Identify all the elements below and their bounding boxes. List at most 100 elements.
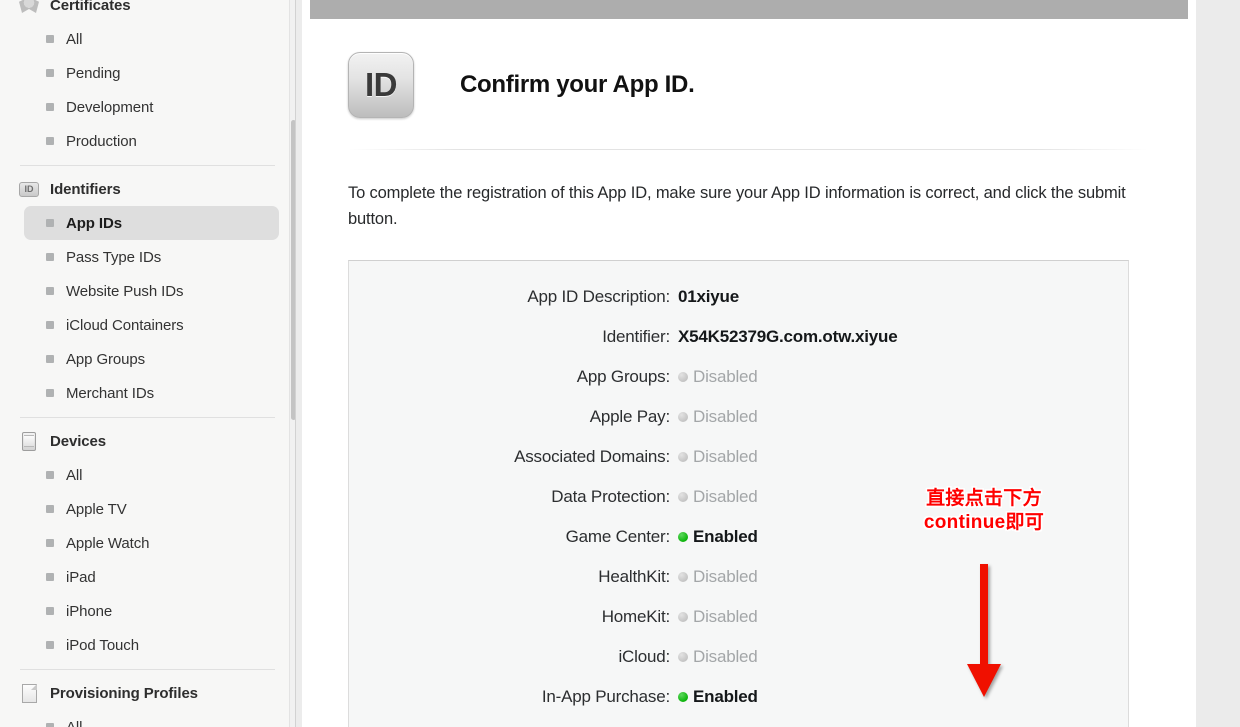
- detail-row-value: Disabled: [678, 647, 758, 667]
- sidebar-section-provisioning-profiles[interactable]: Provisioning Profiles: [0, 676, 295, 710]
- bullet-icon: [46, 723, 54, 727]
- document-icon: [21, 683, 37, 703]
- status-dot-off: [678, 612, 688, 623]
- intro-text: To complete the registration of this App…: [348, 184, 1126, 228]
- sidebar-section-label: Provisioning Profiles: [50, 684, 198, 702]
- sidebar-item-label: Development: [66, 98, 154, 116]
- certificate-icon: [19, 0, 39, 13]
- detail-row-value-text: Disabled: [693, 447, 758, 467]
- sidebar-item-all[interactable]: All: [24, 710, 279, 727]
- sidebar-separator: [20, 417, 275, 418]
- content-top-bar: [310, 0, 1196, 19]
- status-dot-off: [678, 372, 688, 383]
- sidebar-item-ipad[interactable]: iPad: [24, 560, 279, 594]
- sidebar-item-pass-type-ids[interactable]: Pass Type IDs: [24, 240, 279, 274]
- app-window: Certificates All Pending Development Product…: [0, 0, 1240, 727]
- sidebar-item-website-push-ids[interactable]: Website Push IDs: [24, 274, 279, 308]
- detail-row-value-text: Disabled: [693, 367, 758, 387]
- sidebar-section-identifiers[interactable]: ID Identifiers: [0, 172, 295, 206]
- bullet-icon: [46, 287, 54, 295]
- sidebar-item-label: iCloud Containers: [66, 316, 184, 334]
- sidebar-item-label: All: [66, 30, 83, 48]
- bullet-icon: [46, 253, 54, 261]
- sidebar-item-label: iPhone: [66, 602, 113, 620]
- app-id-badge-icon: ID: [348, 52, 414, 118]
- sidebar-item-iphone[interactable]: iPhone: [24, 594, 279, 628]
- detail-row-value-text: X54K52379G.com.otw.xiyue: [678, 327, 898, 347]
- detail-row-value: X54K52379G.com.otw.xiyue: [678, 327, 898, 347]
- sidebar-item-label: Pass Type IDs: [66, 248, 162, 266]
- sidebar-item-pending[interactable]: Pending: [24, 56, 279, 90]
- status-dot-on: [678, 692, 688, 703]
- sidebar-item-label: Production: [66, 132, 137, 150]
- detail-row-label: App Groups:: [576, 367, 670, 387]
- status-dot-off: [678, 572, 688, 583]
- bullet-icon: [46, 137, 54, 145]
- detail-row-label: iCloud:: [618, 647, 670, 667]
- detail-row: App Groups: Disabled: [349, 367, 1128, 407]
- sidebar-item-label: Merchant IDs: [66, 384, 154, 402]
- bullet-icon: [46, 219, 54, 227]
- device-icon-wrap: [18, 431, 40, 451]
- sidebar-item-app-ids[interactable]: App IDs: [24, 206, 279, 240]
- sidebar-list: Certificates All Pending Development Product…: [0, 0, 295, 727]
- detail-row-value-text: Disabled: [693, 647, 758, 667]
- detail-row: Data Protection: Disabled: [349, 487, 1128, 527]
- detail-row: Game Center: Enabled: [349, 527, 1128, 567]
- detail-rows: App ID Description: 01xiyue Identifier: X54…: [349, 287, 1128, 727]
- bullet-icon: [46, 573, 54, 581]
- document-icon-wrap: [18, 683, 40, 703]
- content-pane: ID Confirm your App ID. To complete the …: [302, 0, 1196, 727]
- status-dot-off: [678, 652, 688, 663]
- bullet-icon: [46, 641, 54, 649]
- sidebar-item-apple-tv[interactable]: Apple TV: [24, 492, 279, 526]
- detail-row-value: Disabled: [678, 567, 758, 587]
- sidebar-scrollbar[interactable]: [289, 0, 295, 727]
- bullet-icon: [46, 103, 54, 111]
- detail-row-value: 01xiyue: [678, 287, 739, 307]
- page-title: Confirm your App ID.: [460, 71, 695, 98]
- detail-row-value-text: 01xiyue: [678, 287, 739, 307]
- sidebar-item-merchant-ids[interactable]: Merchant IDs: [24, 376, 279, 410]
- sidebar-item-production[interactable]: Production: [24, 124, 279, 158]
- detail-row: In-App Purchase: Enabled: [349, 687, 1128, 727]
- sidebar-scrollbar-thumb[interactable]: [291, 120, 295, 420]
- detail-row-label: Data Protection:: [551, 487, 670, 507]
- detail-row-label: Game Center:: [565, 527, 671, 547]
- sidebar-item-label: Website Push IDs: [66, 282, 184, 300]
- detail-row-value: Disabled: [678, 407, 758, 427]
- sidebar-section-certificates[interactable]: Certificates: [0, 0, 295, 22]
- detail-row: Apple Pay: Disabled: [349, 407, 1128, 447]
- sidebar-separator: [20, 165, 275, 166]
- detail-row: App ID Description: 01xiyue: [349, 287, 1128, 327]
- detail-row: Associated Domains: Disabled: [349, 447, 1128, 487]
- status-dot-off: [678, 452, 688, 463]
- sidebar-item-app-groups[interactable]: App Groups: [24, 342, 279, 376]
- detail-row-label: Associated Domains:: [514, 447, 670, 467]
- sidebar-item-label: App IDs: [66, 214, 122, 232]
- sidebar-item-apple-watch[interactable]: Apple Watch: [24, 526, 279, 560]
- detail-row-value: Disabled: [678, 487, 758, 507]
- sidebar-section-label: Devices: [50, 432, 107, 450]
- sidebar-item-all[interactable]: All: [24, 22, 279, 56]
- detail-row-value: Disabled: [678, 447, 758, 467]
- sidebar-item-label: All: [66, 466, 83, 484]
- status-dot-off: [678, 492, 688, 503]
- certificate-icon-wrap: [18, 0, 40, 13]
- bullet-icon: [46, 355, 54, 363]
- detail-row: HealthKit: Disabled: [349, 567, 1128, 607]
- sidebar-item-development[interactable]: Development: [24, 90, 279, 124]
- sidebar-item-all[interactable]: All: [24, 458, 279, 492]
- app-id-detail-panel: App ID Description: 01xiyue Identifier: X54…: [348, 260, 1129, 727]
- sidebar-navigation: Certificates All Pending Development Product…: [0, 0, 296, 727]
- sidebar-item-icloud-containers[interactable]: iCloud Containers: [24, 308, 279, 342]
- sidebar-section-devices[interactable]: Devices: [0, 424, 295, 458]
- bullet-icon: [46, 389, 54, 397]
- detail-row-value: Disabled: [678, 607, 758, 627]
- detail-row: HomeKit: Disabled: [349, 607, 1128, 647]
- bullet-icon: [46, 69, 54, 77]
- detail-row-label: HealthKit:: [598, 567, 670, 587]
- id-icon-wrap: ID: [18, 181, 40, 197]
- sidebar-item-ipod-touch[interactable]: iPod Touch: [24, 628, 279, 662]
- page-header: ID Confirm your App ID.: [302, 19, 1196, 118]
